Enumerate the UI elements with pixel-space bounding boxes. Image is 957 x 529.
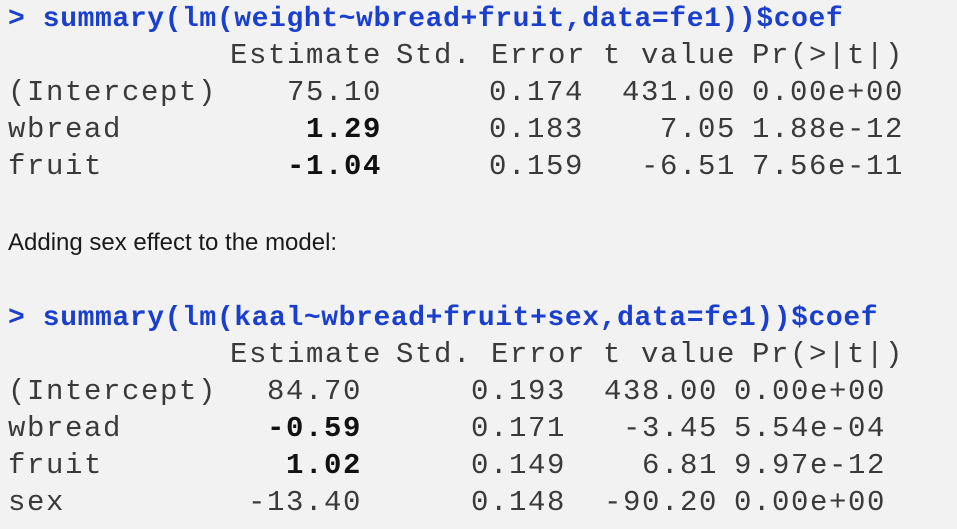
cell-t: -3.45 (622, 412, 718, 445)
cell-p: 1.88e-12 (752, 113, 905, 146)
cell-p: 0.00e+00 (734, 375, 887, 408)
table-row: (Intercept) 84.70 0.193 438.00 0.00e+00 (0, 374, 957, 410)
cell-p: 0.00e+00 (752, 76, 905, 109)
cell-p: 5.54e-04 (734, 412, 887, 445)
cell-t: 431.00 (621, 76, 736, 109)
column-header: t value (602, 39, 736, 72)
note-text: Adding sex effect to the model: (8, 229, 338, 256)
row-label: (Intercept) (8, 76, 218, 109)
table-row: fruit -1.04 0.159 -6.51 7.56e-11 (0, 149, 957, 185)
cell-estimate: 84.70 (266, 375, 362, 408)
column-header: Pr(>|t|) (752, 39, 905, 72)
table-row: sex -13.40 0.148 -90.20 0.00e+00 (0, 485, 957, 521)
cell-estimate: -0.59 (266, 412, 362, 445)
cell-estimate: 1.29 (305, 113, 382, 146)
table-row: (Intercept) 75.10 0.174 431.00 0.00e+00 (0, 75, 957, 111)
table-row: wbread -0.59 0.171 -3.45 5.54e-04 (0, 411, 957, 447)
cell-se: 0.148 (470, 486, 566, 519)
row-label: fruit (8, 150, 104, 183)
cell-t: 438.00 (603, 375, 718, 408)
cell-t: -6.51 (640, 150, 736, 183)
column-header: t value (602, 338, 736, 371)
cell-p: 9.97e-12 (734, 449, 887, 482)
cell-se: 0.193 (470, 375, 566, 408)
cell-p: 7.56e-11 (752, 150, 905, 183)
table-row: fruit 1.02 0.149 6.81 9.97e-12 (0, 448, 957, 484)
cell-estimate: -13.40 (247, 486, 362, 519)
cell-p: 0.00e+00 (734, 486, 887, 519)
cell-estimate: 1.02 (285, 449, 362, 482)
cell-t: 6.81 (641, 449, 718, 482)
table-row: wbread 1.29 0.183 7.05 1.88e-12 (0, 112, 957, 148)
column-header: Std. Error (396, 39, 587, 72)
table-header-row: Estimate Std. Error t value Pr(>|t|) (0, 337, 957, 373)
cell-se: 0.183 (488, 113, 584, 146)
table-header-row: Estimate Std. Error t value Pr(>|t|) (0, 38, 957, 74)
column-header: Std. Error (396, 338, 587, 371)
column-header: Estimate (229, 39, 382, 72)
column-header: Pr(>|t|) (752, 338, 905, 371)
cell-t: -90.20 (603, 486, 718, 519)
cell-t: 7.05 (659, 113, 736, 146)
r-command-model1: > summary(lm(weight~wbread+fruit,data=fe… (8, 4, 844, 35)
cell-se: 0.171 (470, 412, 566, 445)
row-label: wbread (8, 113, 123, 146)
cell-estimate: 75.10 (286, 76, 382, 109)
cell-se: 0.159 (488, 150, 584, 183)
r-command-model2: > summary(lm(kaal~wbread+fruit+sex,data=… (8, 303, 879, 334)
cell-estimate: -1.04 (286, 150, 382, 183)
column-header: Estimate (229, 338, 382, 371)
cell-se: 0.174 (488, 76, 584, 109)
cell-se: 0.149 (470, 449, 566, 482)
